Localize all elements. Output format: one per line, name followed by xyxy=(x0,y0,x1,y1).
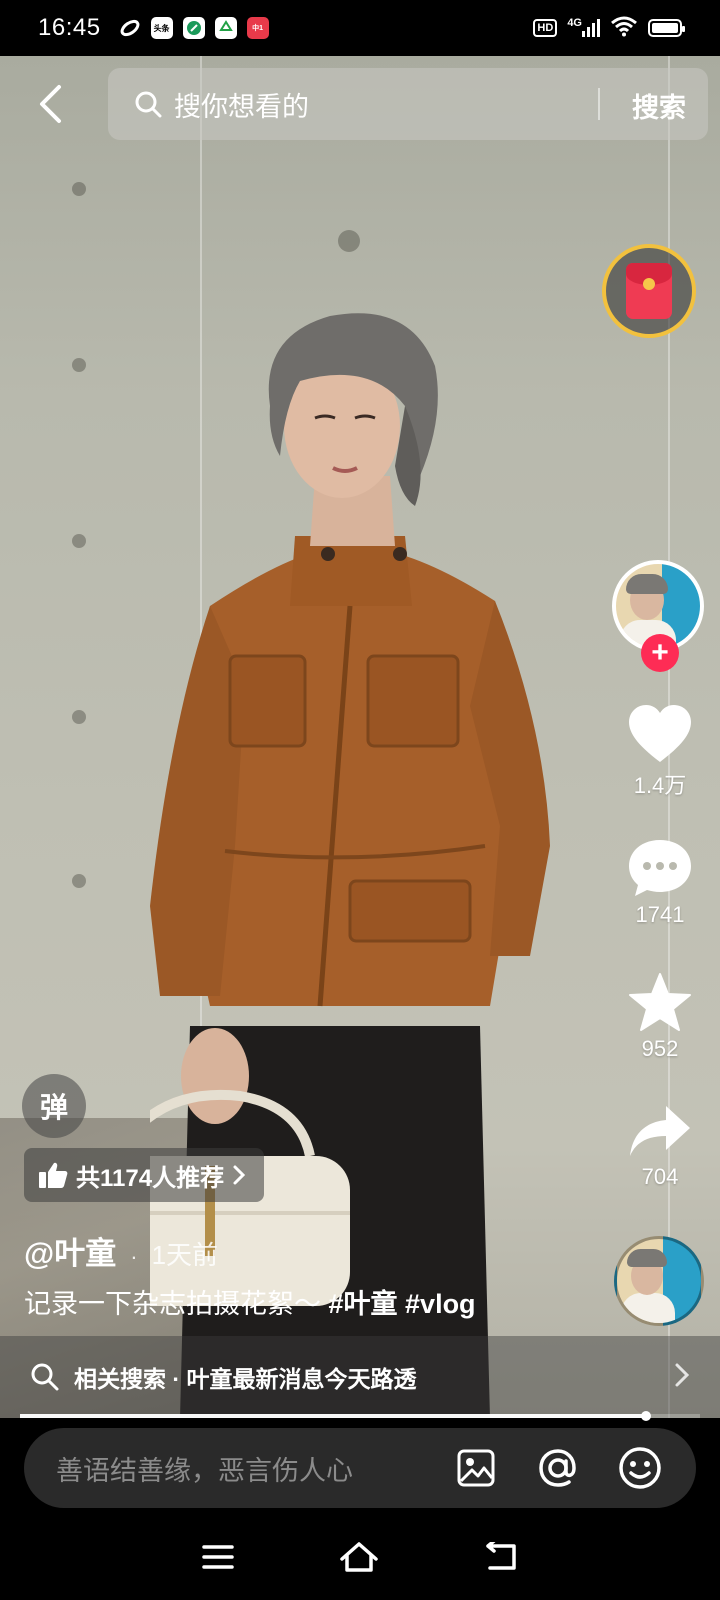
search-input[interactable]: 搜你想看的 搜索 xyxy=(108,68,708,140)
comment-button[interactable]: 1741 xyxy=(612,838,708,928)
mention-icon[interactable] xyxy=(536,1446,580,1490)
signal-icon: 4G xyxy=(567,17,600,37)
chevron-left-icon xyxy=(40,85,61,123)
status-time: 16:45 xyxy=(38,14,101,41)
recycle-app-icon xyxy=(214,17,237,39)
danmaku-toggle-button[interactable]: 弹 xyxy=(22,1074,86,1138)
app-red-icon: 中1 xyxy=(246,17,269,39)
emoji-icon[interactable] xyxy=(618,1446,662,1490)
wall-hole xyxy=(72,874,86,888)
comment-bubble-icon xyxy=(629,840,691,896)
search-divider xyxy=(598,88,600,120)
author-name[interactable]: @叶童 xyxy=(24,1228,116,1273)
favorite-button[interactable]: 952 xyxy=(612,972,708,1062)
search-icon xyxy=(135,91,162,118)
wall-hole xyxy=(72,182,86,196)
search-placeholder: 搜你想看的 xyxy=(174,91,309,122)
share-button[interactable]: 704 xyxy=(612,1104,708,1190)
hd-icon: HD xyxy=(533,19,558,37)
home-icon[interactable] xyxy=(339,1541,379,1578)
video-progress-bar[interactable] xyxy=(20,1411,700,1421)
description-text: 记录一下杂志拍摄花絮～ xyxy=(24,1289,329,1319)
wall-hole xyxy=(72,710,86,724)
author-line: @叶童 · 1天前 xyxy=(24,1228,218,1273)
chevron-right-icon xyxy=(675,1363,690,1387)
recommend-text: 共1174人推荐 xyxy=(76,1164,225,1192)
related-search-bar[interactable]: 相关搜索 · 叶童最新消息今天路透 xyxy=(0,1336,720,1418)
comment-count: 1741 xyxy=(635,902,685,927)
notification-icons: 头条 中1 xyxy=(119,17,269,39)
recommend-chip[interactable]: 共1174人推荐 xyxy=(24,1148,265,1202)
follow-button[interactable]: + xyxy=(641,634,679,672)
system-icons: HD 4G xyxy=(533,15,685,42)
battery-icon xyxy=(648,19,685,37)
app-notification-icon xyxy=(119,17,141,39)
wifi-icon xyxy=(610,15,638,42)
search-button[interactable]: 搜索 xyxy=(632,86,686,125)
post-time: 1天前 xyxy=(151,1240,219,1270)
status-bar: 16:45 头条 中1 HD 4G xyxy=(0,0,720,56)
separator-dot: · xyxy=(130,1244,138,1269)
progress-fill xyxy=(20,1414,646,1418)
video-description: 记录一下杂志拍摄花絮～ #叶童 #vlog xyxy=(24,1282,476,1321)
hashtag-links[interactable]: #叶童 #vlog xyxy=(329,1289,476,1319)
progress-knob[interactable] xyxy=(640,1411,651,1421)
related-search-text: 相关搜索 · 叶童最新消息今天路透 xyxy=(74,1366,417,1392)
favorite-count: 952 xyxy=(641,1036,679,1061)
image-icon[interactable] xyxy=(454,1446,498,1490)
chevron-right-icon xyxy=(233,1165,246,1185)
back-nav-icon[interactable] xyxy=(484,1538,518,1577)
menu-icon[interactable] xyxy=(202,1544,235,1575)
app-leaf-icon xyxy=(182,17,205,39)
comment-placeholder: 善语结善缘，恶言伤人心 xyxy=(56,1455,353,1486)
music-disc[interactable] xyxy=(614,1236,704,1326)
like-count: 1.4万 xyxy=(633,773,687,798)
wall-hole xyxy=(338,230,360,252)
red-packet-button[interactable] xyxy=(602,244,696,338)
thumbs-up-icon xyxy=(39,1162,68,1188)
heart-icon xyxy=(629,705,691,762)
news-app-icon: 头条 xyxy=(150,17,173,39)
share-count: 704 xyxy=(641,1164,679,1189)
search-icon xyxy=(31,1363,59,1391)
wall-hole xyxy=(72,534,86,548)
star-icon xyxy=(629,973,691,1031)
like-button[interactable]: 1.4万 xyxy=(612,704,708,800)
share-arrow-icon xyxy=(630,1106,690,1156)
system-nav-bar xyxy=(0,1518,720,1600)
wall-hole xyxy=(72,358,86,372)
red-envelope-icon xyxy=(626,263,672,319)
back-button[interactable] xyxy=(30,80,70,128)
comment-input[interactable]: 善语结善缘，恶言伤人心 xyxy=(24,1428,696,1508)
